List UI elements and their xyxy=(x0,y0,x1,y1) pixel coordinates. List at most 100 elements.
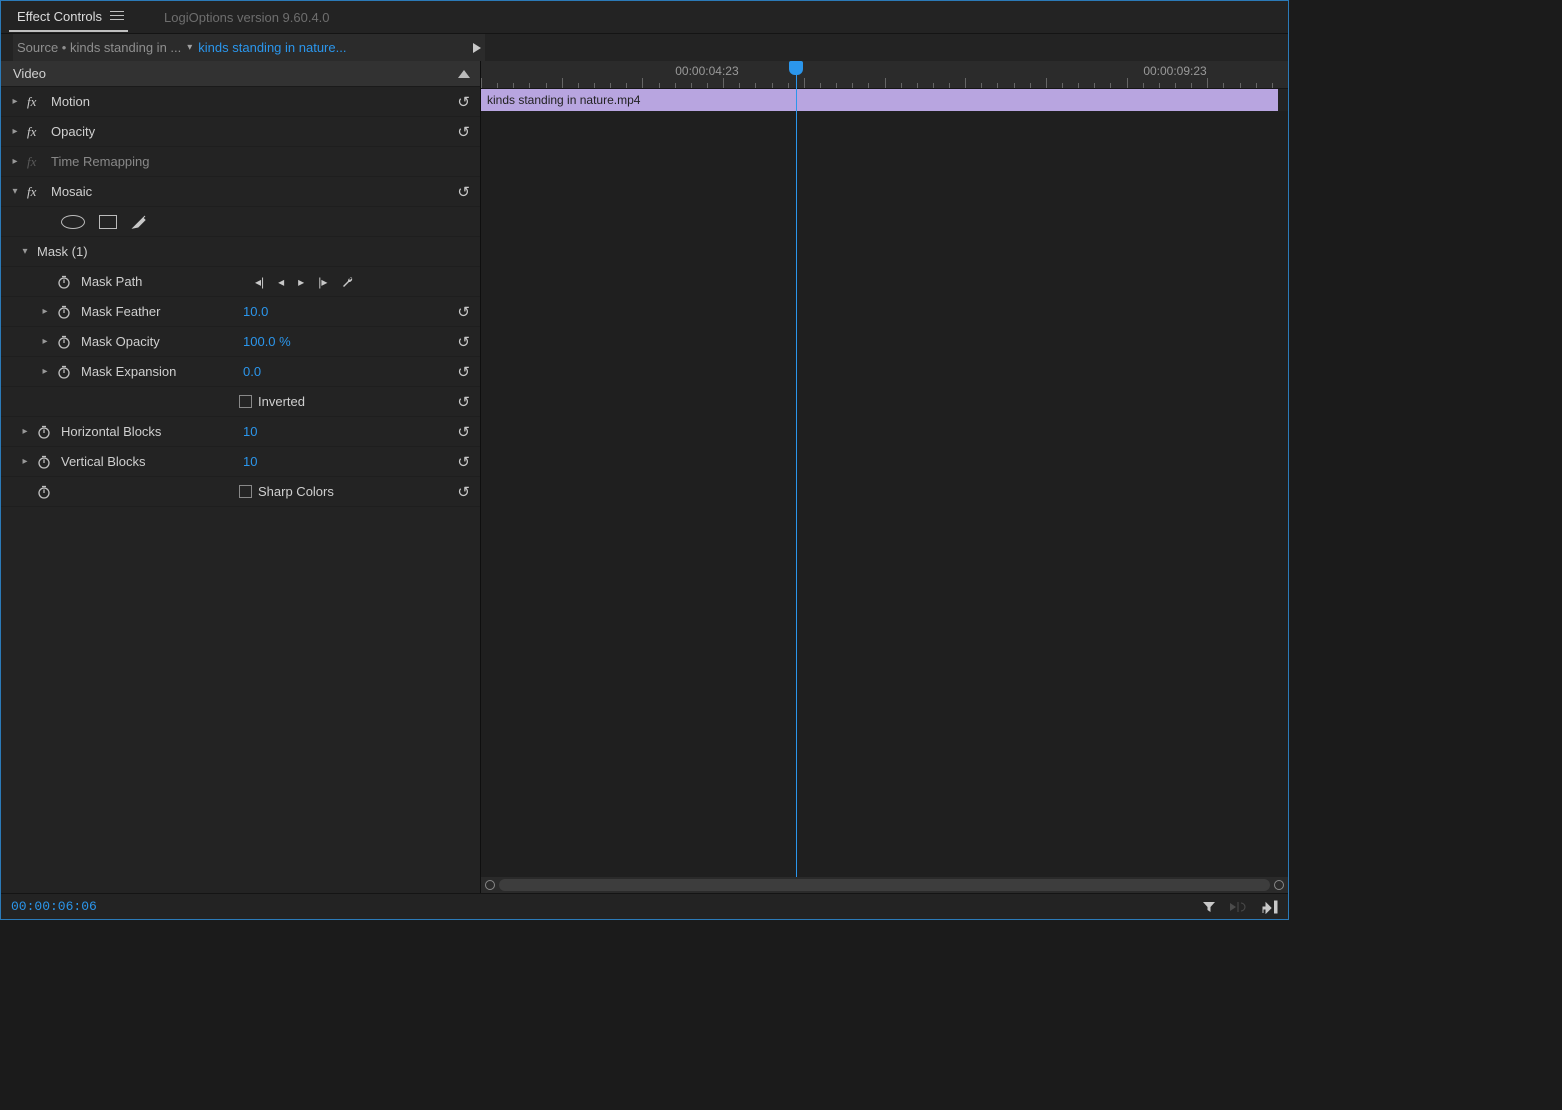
play-icon[interactable]: ▸ xyxy=(298,275,304,289)
mask-feather-row[interactable]: ▸ Mask Feather 10.0 ↺ xyxy=(1,297,480,327)
twirl-icon[interactable]: ▸ xyxy=(39,306,51,317)
horizontal-blocks-row[interactable]: ▸ Horizontal Blocks 10 ↺ xyxy=(1,417,480,447)
effect-mosaic-row[interactable]: ▾ fx Mosaic ↺ xyxy=(1,177,480,207)
stopwatch-icon[interactable] xyxy=(57,275,71,289)
reset-icon[interactable]: ↺ xyxy=(457,423,470,441)
prev-keyframe-icon[interactable]: ◂| xyxy=(255,275,264,289)
twirl-icon[interactable]: ▾ xyxy=(19,246,31,257)
twirl-icon[interactable]: ▸ xyxy=(39,366,51,377)
step-forward-icon[interactable]: |▸ xyxy=(318,275,327,289)
twirl-icon[interactable]: ▸ xyxy=(19,456,31,467)
reset-icon[interactable]: ↺ xyxy=(457,333,470,351)
reset-icon[interactable]: ↺ xyxy=(457,123,470,141)
sharp-colors-row[interactable]: Sharp Colors ↺ xyxy=(1,477,480,507)
tab-logioptions[interactable]: LogiOptions version 9.60.4.0 xyxy=(140,10,330,25)
zoom-in-handle[interactable] xyxy=(1274,880,1284,890)
fx-icon: fx xyxy=(27,124,45,140)
panel-menu-icon[interactable] xyxy=(110,11,124,21)
mask-expansion-label: Mask Expansion xyxy=(81,364,176,379)
fx-icon: fx xyxy=(27,154,45,170)
bottom-icons xyxy=(1202,900,1278,914)
playhead-handle-icon[interactable] xyxy=(789,61,803,75)
reset-icon[interactable]: ↺ xyxy=(457,93,470,111)
panel-tabs: Effect Controls LogiOptions version 9.60… xyxy=(1,1,1288,33)
motion-label: Motion xyxy=(51,94,90,109)
clip-name: kinds standing in nature.mp4 xyxy=(487,93,640,107)
twirl-icon[interactable]: ▸ xyxy=(9,126,21,137)
mask-expansion-value[interactable]: 0.0 xyxy=(243,364,261,379)
playhead-line[interactable] xyxy=(796,61,797,877)
rectangle-mask-icon[interactable] xyxy=(99,215,117,229)
reset-icon[interactable]: ↺ xyxy=(457,393,470,411)
sharp-colors-checkbox[interactable] xyxy=(239,485,252,498)
reset-icon[interactable]: ↺ xyxy=(457,363,470,381)
pen-mask-icon[interactable] xyxy=(131,214,147,230)
zoom-out-handle[interactable] xyxy=(485,880,495,890)
mask-feather-label: Mask Feather xyxy=(81,304,160,319)
mask-path-row[interactable]: Mask Path ◂| ◂ ▸ |▸ xyxy=(1,267,480,297)
tab-effect-controls-label: Effect Controls xyxy=(17,9,102,24)
mask-opacity-value[interactable]: 100.0 % xyxy=(243,334,291,349)
twirl-icon[interactable]: ▸ xyxy=(39,336,51,347)
video-section-header[interactable]: Video xyxy=(1,61,480,87)
stopwatch-icon[interactable] xyxy=(57,365,71,379)
twirl-icon[interactable]: ▸ xyxy=(9,96,21,107)
stopwatch-icon[interactable] xyxy=(37,485,51,499)
source-chevron-icon[interactable]: ▾ xyxy=(187,42,192,53)
mask-header-row[interactable]: ▾ Mask (1) xyxy=(1,237,480,267)
mask-opacity-label: Mask Opacity xyxy=(81,334,160,349)
play-only-icon[interactable] xyxy=(469,40,485,56)
horizontal-scrollbar[interactable] xyxy=(481,877,1288,893)
timeline-body[interactable] xyxy=(481,111,1288,877)
wrench-icon[interactable] xyxy=(341,275,355,289)
effect-motion-row[interactable]: ▸ fx Motion ↺ xyxy=(1,87,480,117)
mask-expansion-row[interactable]: ▸ Mask Expansion 0.0 ↺ xyxy=(1,357,480,387)
reset-icon[interactable]: ↺ xyxy=(457,183,470,201)
hblocks-label: Horizontal Blocks xyxy=(61,424,161,439)
mask-path-nav: ◂| ◂ ▸ |▸ xyxy=(255,275,355,289)
fx-icon: fx xyxy=(27,94,45,110)
time-ruler[interactable]: 00:00:04:2300:00:09:23 xyxy=(481,61,1288,89)
effect-opacity-row[interactable]: ▸ fx Opacity ↺ xyxy=(1,117,480,147)
twirl-icon[interactable]: ▾ xyxy=(9,186,21,197)
step-back-icon[interactable]: ◂ xyxy=(278,275,284,289)
hblocks-value[interactable]: 10 xyxy=(243,424,257,439)
clip-bar[interactable]: kinds standing in nature.mp4 xyxy=(481,89,1278,111)
effect-time-remapping-row[interactable]: ▸ fx Time Remapping xyxy=(1,147,480,177)
twirl-icon[interactable]: ▸ xyxy=(9,156,21,167)
vblocks-value[interactable]: 10 xyxy=(243,454,257,469)
inverted-label: Inverted xyxy=(258,394,305,409)
stopwatch-icon[interactable] xyxy=(57,305,71,319)
sequence-name[interactable]: kinds standing in nature... xyxy=(198,40,463,55)
mask-inverted-row[interactable]: Inverted ↺ xyxy=(1,387,480,417)
play-audio-icon[interactable] xyxy=(1230,900,1248,914)
properties-tree: Video ▸ fx Motion ↺ ▸ fx Opacity ↺ ▸ fx xyxy=(1,61,481,893)
vertical-blocks-row[interactable]: ▸ Vertical Blocks 10 ↺ xyxy=(1,447,480,477)
mask-shape-tools xyxy=(1,207,480,237)
current-timecode[interactable]: 00:00:06:06 xyxy=(11,899,97,914)
mask-header-label: Mask (1) xyxy=(37,244,88,259)
stopwatch-icon[interactable] xyxy=(37,425,51,439)
reset-icon[interactable]: ↺ xyxy=(457,483,470,501)
effect-controls-panel: Effect Controls LogiOptions version 9.60… xyxy=(0,0,1289,920)
stopwatch-icon[interactable] xyxy=(37,455,51,469)
tab-effect-controls[interactable]: Effect Controls xyxy=(9,3,128,32)
reset-icon[interactable]: ↺ xyxy=(457,453,470,471)
mask-opacity-row[interactable]: ▸ Mask Opacity 100.0 % ↺ xyxy=(1,327,480,357)
collapse-arrow-icon[interactable] xyxy=(458,70,470,78)
filter-icon[interactable] xyxy=(1202,900,1216,914)
source-label: Source • kinds standing in ... xyxy=(17,40,181,55)
mask-feather-value[interactable]: 10.0 xyxy=(243,304,268,319)
sharp-colors-label: Sharp Colors xyxy=(258,484,334,499)
vblocks-label: Vertical Blocks xyxy=(61,454,146,469)
ruler-time-label: 00:00:09:23 xyxy=(1143,64,1206,78)
inverted-checkbox[interactable] xyxy=(239,395,252,408)
twirl-icon[interactable]: ▸ xyxy=(19,426,31,437)
ellipse-mask-icon[interactable] xyxy=(61,215,85,229)
time-remapping-label: Time Remapping xyxy=(51,154,150,169)
reset-icon[interactable]: ↺ xyxy=(457,303,470,321)
scrollbar-thumb[interactable] xyxy=(499,879,1270,891)
video-header-label: Video xyxy=(13,66,46,81)
export-icon[interactable] xyxy=(1262,900,1278,914)
stopwatch-icon[interactable] xyxy=(57,335,71,349)
